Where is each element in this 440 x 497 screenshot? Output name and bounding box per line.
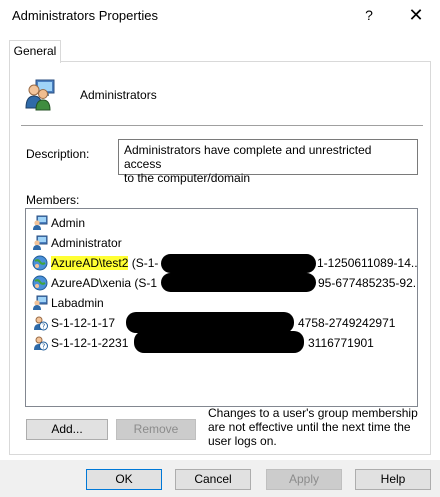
list-item-labadmin[interactable]: Labadmin	[32, 293, 412, 313]
members-list[interactable]: Admin Administrator AzureAD\test2 (S-1- …	[25, 208, 418, 407]
redaction-mark	[161, 273, 316, 292]
group-name: Administrators	[80, 88, 157, 102]
member-sid-tail: 3116771901	[308, 336, 374, 350]
svg-text:?: ?	[42, 343, 46, 351]
list-item-administrator[interactable]: Administrator	[32, 233, 412, 253]
unknown-sid-icon: ?	[32, 335, 48, 351]
membership-note: Changes to a user's group membership are…	[208, 406, 418, 448]
azure-user-icon	[32, 255, 48, 271]
member-name: S-1-12-1-2231	[51, 336, 129, 350]
tab-general[interactable]: General	[9, 40, 61, 63]
member-sid-prefix: (S-1-	[128, 256, 159, 270]
title-bar: Administrators Properties ? ✕	[0, 0, 440, 32]
redaction-mark	[126, 312, 294, 333]
member-name: Administrator	[51, 236, 122, 250]
member-name: S-1-12-1-17	[51, 316, 116, 330]
member-name: Admin	[51, 216, 86, 230]
help-button[interactable]: Help	[355, 469, 431, 490]
member-sid-tail: 4758-2749242971	[298, 316, 396, 330]
member-name: AzureAD\xenia (S-1	[51, 276, 158, 290]
list-item-admin[interactable]: Admin	[32, 213, 412, 233]
user-icon	[32, 215, 48, 231]
ok-button[interactable]: OK	[86, 469, 162, 490]
cancel-button[interactable]: Cancel	[175, 469, 251, 490]
member-sid-tail: 95-677485235-92...	[318, 276, 418, 290]
group-users-icon	[23, 77, 57, 111]
member-sid-tail: 1-1250611089-14...	[317, 256, 418, 270]
svg-text:?: ?	[42, 323, 46, 331]
members-label: Members:	[26, 193, 80, 207]
help-title-button[interactable]: ?	[358, 4, 380, 26]
divider	[21, 125, 423, 126]
close-button[interactable]: ✕	[402, 4, 430, 26]
redaction-mark	[134, 331, 304, 353]
add-button[interactable]: Add...	[26, 419, 108, 440]
user-icon	[32, 295, 48, 311]
redaction-mark	[161, 254, 316, 273]
description-label: Description:	[26, 147, 90, 161]
remove-button[interactable]: Remove	[116, 419, 196, 440]
member-name: Labadmin	[51, 296, 104, 310]
member-name-highlighted: AzureAD\test2	[51, 256, 129, 270]
user-icon	[32, 235, 48, 251]
window-title: Administrators Properties	[12, 8, 158, 23]
description-field[interactable]: Administrators have complete and unrestr…	[118, 139, 418, 185]
unknown-sid-icon: ?	[32, 315, 48, 331]
apply-button[interactable]: Apply	[266, 469, 342, 490]
azure-user-icon	[32, 275, 48, 291]
